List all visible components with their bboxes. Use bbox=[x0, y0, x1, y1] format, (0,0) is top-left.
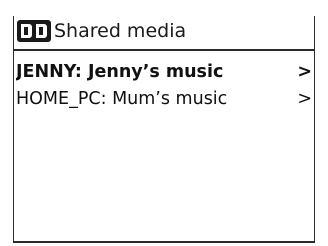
media-server-icon bbox=[16, 19, 52, 43]
display-bottom-rule bbox=[13, 241, 315, 243]
chevron-right-icon: > bbox=[297, 89, 312, 109]
list-item-label: JENNY: Jenny’s music bbox=[16, 62, 224, 82]
list-item-jenny[interactable]: JENNY: Jenny’s music > bbox=[16, 59, 312, 85]
list-item-home-pc[interactable]: HOME_PC: Mum’s music > bbox=[16, 86, 312, 112]
radio-display: Shared media JENNY: Jenny’s music > HOME… bbox=[0, 0, 328, 246]
list-item-label: HOME_PC: Mum’s music bbox=[16, 89, 228, 109]
chevron-right-icon: > bbox=[297, 62, 312, 82]
title-bar: Shared media bbox=[16, 16, 186, 46]
screen-title: Shared media bbox=[54, 20, 187, 42]
title-rule bbox=[13, 49, 315, 51]
